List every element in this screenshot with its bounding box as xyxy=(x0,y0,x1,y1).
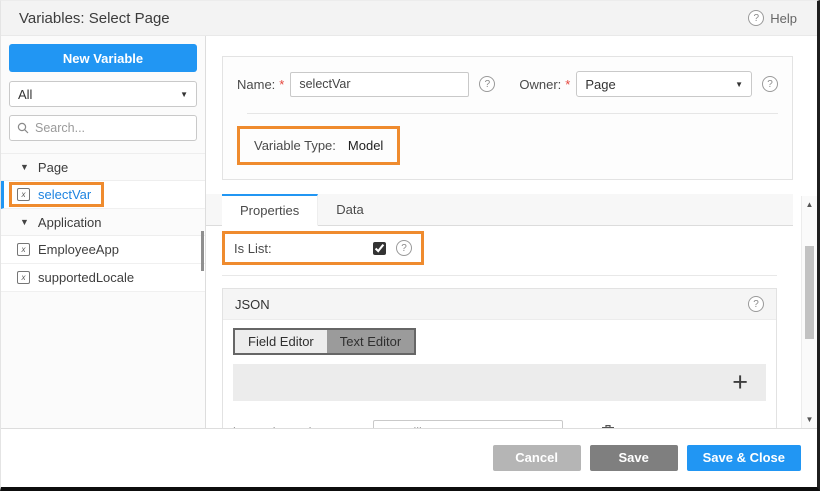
properties-panel: Is List: ? JSON ? Field Editor xyxy=(206,226,817,428)
json-panel: JSON ? Field Editor Text Editor + item0.… xyxy=(222,288,777,428)
divider xyxy=(222,275,777,276)
add-item-button[interactable]: + xyxy=(732,369,748,396)
json-help-icon[interactable]: ? xyxy=(748,296,764,312)
field-value-input[interactable] xyxy=(373,420,563,428)
variable-type-highlight: Variable Type: Model xyxy=(237,126,400,165)
is-list-help-icon[interactable]: ? xyxy=(396,240,412,256)
field-name: item0.dataValue xyxy=(233,425,373,428)
highlight-box: x selectVar xyxy=(9,182,104,207)
collapse-arrow-icon: ▼ xyxy=(20,162,29,172)
model-variable-icon: x xyxy=(17,271,30,284)
is-list-highlight: Is List: ? xyxy=(222,231,424,265)
tree-item-selectvar[interactable]: x selectVar xyxy=(1,181,205,209)
tab-data[interactable]: Data xyxy=(318,194,381,225)
owner-help-icon[interactable]: ? xyxy=(762,76,778,92)
chevron-down-icon: ▼ xyxy=(735,80,743,89)
field-editor-button[interactable]: Field Editor xyxy=(235,330,327,353)
properties-scrollbar[interactable]: ▲ ▼ xyxy=(801,196,817,428)
dialog-footer: Cancel Save Save & Close xyxy=(1,428,817,486)
model-variable-icon: x xyxy=(17,243,30,256)
cancel-button[interactable]: Cancel xyxy=(493,445,581,471)
variable-summary-card: Name: * ? Owner: * Page ▼ ? Variable Typ… xyxy=(222,56,793,180)
name-help-icon[interactable]: ? xyxy=(479,76,495,92)
search-icon xyxy=(17,122,29,134)
help-label: Help xyxy=(770,11,797,26)
owner-label: Owner: xyxy=(519,77,561,92)
variables-dialog: Variables: Select Page ? Help New Variab… xyxy=(0,0,820,491)
tree-item-employeeapp[interactable]: x EmployeeApp xyxy=(1,236,205,264)
editor-mode-toggle: Field Editor Text Editor xyxy=(233,328,416,355)
collapse-arrow-icon: ▼ xyxy=(20,217,29,227)
save-and-close-button[interactable]: Save & Close xyxy=(687,445,801,471)
search-input[interactable] xyxy=(35,121,185,135)
name-field[interactable] xyxy=(290,72,469,97)
text-editor-button[interactable]: Text Editor xyxy=(327,330,414,353)
variable-search[interactable] xyxy=(9,115,197,141)
dialog-header: Variables: Select Page ? Help xyxy=(1,1,817,36)
tree-group-label: Application xyxy=(38,215,102,230)
model-variable-icon: x xyxy=(17,188,30,201)
tree-item-label: EmployeeApp xyxy=(38,242,119,257)
variable-filter-value: All xyxy=(18,87,32,102)
delete-row-icon[interactable] xyxy=(600,424,616,429)
is-list-label: Is List: xyxy=(234,241,272,256)
is-list-checkbox[interactable] xyxy=(373,242,386,255)
page-title: Variables: Select Page xyxy=(19,10,170,27)
scroll-down-icon[interactable]: ▼ xyxy=(802,415,817,424)
required-asterisk: * xyxy=(279,77,284,92)
new-variable-button[interactable]: New Variable xyxy=(9,44,197,72)
detail-tabbar: Properties Data xyxy=(206,194,793,226)
help-link[interactable]: ? Help xyxy=(748,10,797,26)
json-toolbar: + xyxy=(233,364,766,401)
variables-sidebar: New Variable All ▼ ▼ Page xyxy=(1,36,206,428)
variable-type-label: Variable Type: xyxy=(254,138,336,153)
variable-filter-select[interactable]: All ▼ xyxy=(9,81,197,107)
scroll-up-icon[interactable]: ▲ xyxy=(802,200,817,209)
dialog-body: New Variable All ▼ ▼ Page xyxy=(1,36,817,428)
save-button[interactable]: Save xyxy=(590,445,678,471)
divider xyxy=(247,113,778,114)
tree-item-label: supportedLocale xyxy=(38,270,134,285)
help-icon: ? xyxy=(748,10,764,26)
json-field-row: item0.dataValue xyxy=(233,420,766,428)
chevron-down-icon: ▼ xyxy=(180,90,188,99)
owner-value: Page xyxy=(585,77,615,92)
tab-properties[interactable]: Properties xyxy=(222,194,318,226)
variable-detail-panel: Name: * ? Owner: * Page ▼ ? Variable Typ… xyxy=(206,36,817,428)
tree-item-supportedlocale[interactable]: x supportedLocale xyxy=(1,264,205,292)
scrollbar-thumb[interactable] xyxy=(805,246,814,339)
variable-type-value: Model xyxy=(348,138,383,153)
tree-group-application[interactable]: ▼ Application xyxy=(1,209,205,236)
variables-tree: ▼ Page x selectVar ▼ Application x Emplo… xyxy=(1,153,205,292)
tree-group-label: Page xyxy=(38,160,68,175)
required-asterisk: * xyxy=(565,77,570,92)
owner-select[interactable]: Page ▼ xyxy=(576,71,752,97)
tree-item-label: selectVar xyxy=(38,187,91,202)
sidebar-scrollbar-thumb[interactable] xyxy=(201,231,204,271)
json-section-title: JSON xyxy=(235,297,270,312)
tree-group-page[interactable]: ▼ Page xyxy=(1,154,205,181)
name-label: Name: xyxy=(237,77,275,92)
